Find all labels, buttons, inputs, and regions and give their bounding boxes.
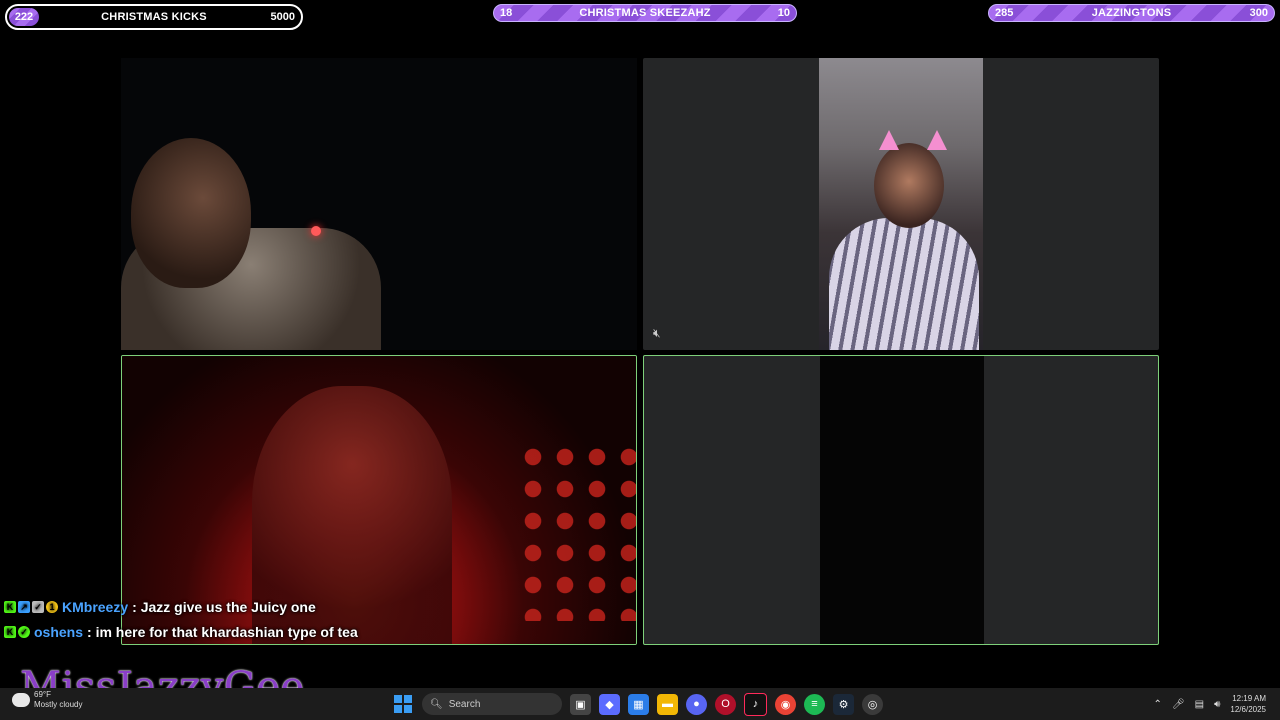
cat-ear-headphones — [927, 130, 947, 150]
weather-temp: 69°F — [34, 690, 51, 699]
network-icon[interactable]: ▤ — [1195, 699, 1204, 710]
chat-text: : Jazz give us the Juicy one — [132, 598, 316, 615]
goal-start-count: 222 — [9, 8, 39, 26]
background-wall-decor — [517, 441, 636, 621]
spotify-icon[interactable]: ≡ — [804, 693, 825, 715]
weather-desc: Mostly cloudy — [34, 700, 83, 709]
volume-icon[interactable]: 🔊︎ — [1214, 699, 1220, 710]
taskbar-search[interactable]: 🔍︎ Search — [422, 693, 562, 715]
chat-overlay: K ↗ ✓ 1 KMbreezy : Jazz give us the Juic… — [4, 594, 524, 644]
search-icon: 🔍︎ — [430, 698, 443, 710]
tiktok-icon[interactable]: ♪ — [744, 692, 767, 716]
system-tray: ⌃ 🎤︎ ▤ 🔊︎ 12:19 AM 12/6/2025 — [1154, 688, 1266, 720]
chevron-up-icon[interactable]: ⌃ — [1154, 699, 1162, 710]
cloud-icon — [12, 693, 30, 707]
subscriber-badge-icon: ✓ — [32, 600, 44, 613]
gift-badge-icon: 1 — [46, 600, 58, 613]
video-tile-top-right[interactable]: 🔇︎ — [643, 58, 1159, 350]
goal-target: 10 — [777, 7, 790, 19]
file-explorer-icon[interactable]: ▬ — [657, 693, 678, 715]
goal-start-count: 18 — [500, 7, 513, 19]
clock[interactable]: 12:19 AM 12/6/2025 — [1230, 693, 1266, 715]
taskbar-apps: 🔍︎ Search ▣ ◆ ▦ ▬ ● O ♪ ◉ ≡ ⚙ ◎ — [392, 688, 883, 720]
chat-username: KMbreezy — [62, 598, 129, 615]
obs-icon[interactable]: ◎ — [862, 693, 883, 715]
task-view-icon[interactable]: ▣ — [570, 693, 591, 715]
discord-icon[interactable]: ● — [686, 693, 707, 715]
weather-widget[interactable]: 69°F Mostly cloudy — [12, 690, 82, 710]
steam-icon[interactable]: ⚙ — [833, 693, 854, 715]
windows-start-icon[interactable] — [392, 693, 414, 715]
opera-gx-icon[interactable]: O — [715, 693, 736, 715]
clock-date: 12/6/2025 — [1230, 705, 1266, 714]
video-tile-bottom-right[interactable] — [643, 355, 1159, 645]
participant-video — [819, 58, 983, 350]
chat-message: K ✓ oshens : im here for that khardashia… — [4, 619, 524, 644]
kick-badge-icon: K — [4, 600, 16, 613]
chat-message: K ↗ ✓ 1 KMbreezy : Jazz give us the Juic… — [4, 594, 524, 619]
cat-ear-headphones — [879, 130, 899, 150]
background-light — [311, 226, 321, 236]
chrome-icon[interactable]: ◉ — [775, 693, 796, 715]
search-label: Search — [448, 698, 481, 710]
windows-taskbar: 69°F Mostly cloudy 🔍︎ Search ▣ ◆ ▦ ▬ ● O… — [0, 688, 1280, 720]
participant-video-face — [131, 138, 251, 288]
goal-target: 300 — [1249, 7, 1268, 19]
goal-title: JAZZINGTONS — [1091, 7, 1172, 19]
verified-badge-icon: ✓ — [18, 625, 30, 638]
goal-bar-christmas-skeezahz: 18 CHRISTMAS SKEEZAHZ 10 — [493, 4, 797, 22]
participant-face — [874, 143, 944, 228]
clock-time: 12:19 AM — [1232, 694, 1266, 703]
kick-badge-icon: K — [4, 625, 16, 638]
goal-title: CHRISTMAS KICKS — [101, 11, 207, 23]
chat-text: : im here for that khardashian type of t… — [87, 623, 358, 640]
chat-username: oshens — [34, 623, 84, 640]
goal-target: 5000 — [270, 11, 295, 23]
participant-video-dark — [820, 356, 984, 644]
user-badges: K ↗ ✓ 1 — [4, 600, 58, 613]
goal-bar-christmas-kicks: 222 CHRISTMAS KICKS 5000 — [5, 4, 303, 30]
goal-bar-jazzingtons: 285 JAZZINGTONS 300 — [988, 4, 1275, 22]
goal-start-count: 285 — [995, 7, 1014, 19]
mic-muted-icon[interactable]: 🔇︎ — [653, 326, 661, 341]
goal-title: CHRISTMAS SKEEZAHZ — [579, 7, 711, 19]
store-icon[interactable]: ▦ — [628, 693, 649, 715]
video-tile-top-left[interactable] — [121, 58, 637, 350]
copilot-icon[interactable]: ◆ — [599, 693, 620, 715]
microphone-icon[interactable]: 🎤︎ — [1172, 699, 1185, 710]
participant-body — [829, 218, 979, 350]
verified-badge-icon: ↗ — [18, 600, 30, 613]
user-badges: K ✓ — [4, 625, 30, 638]
